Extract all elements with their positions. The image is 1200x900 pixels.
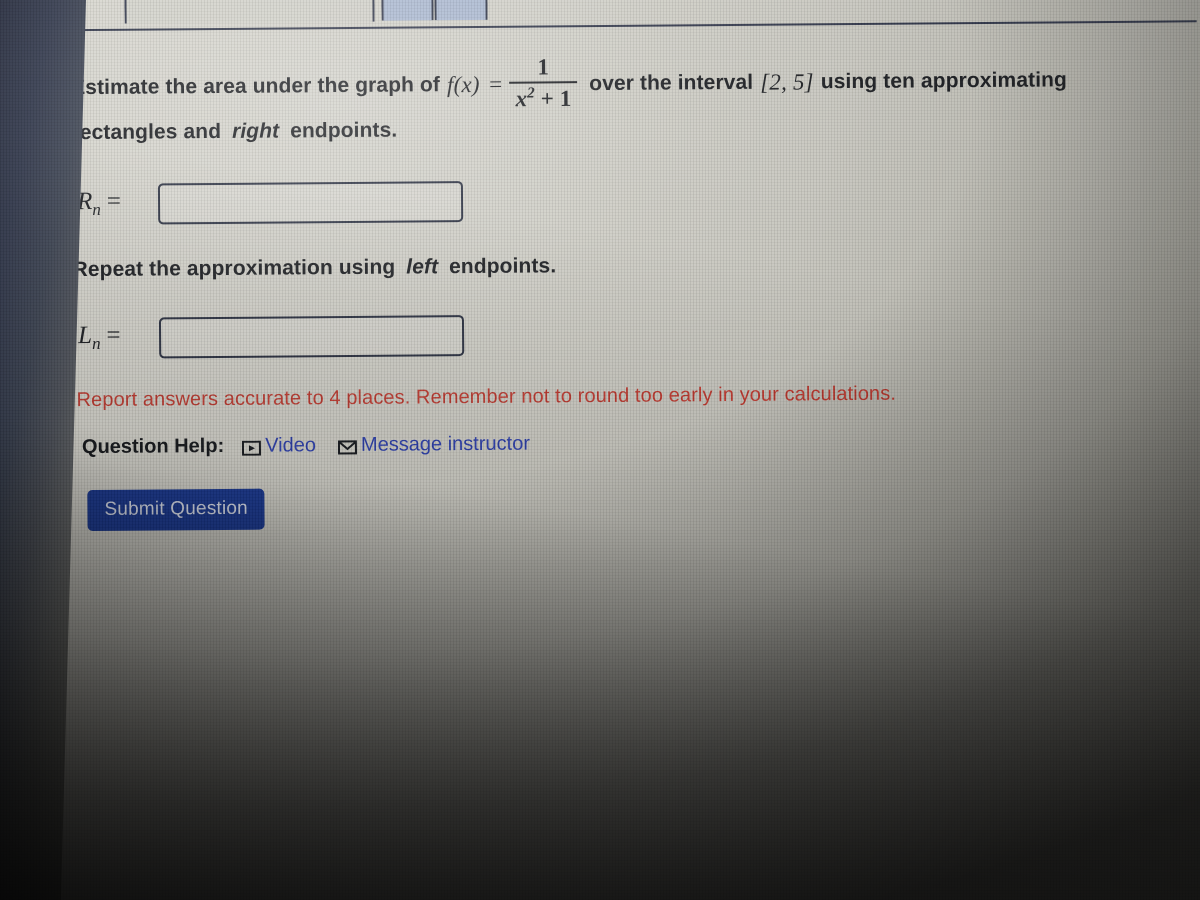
message-link-label: Message instructor [360, 432, 531, 456]
chrome-button-b[interactable] [434, 0, 488, 21]
question-body: Estimate the area under the graph of f(x… [71, 54, 1165, 532]
line2-post-text: endpoints. [290, 118, 398, 143]
question-help-row: Question Help: Video Message instructor [82, 424, 1164, 462]
submit-question-button[interactable]: Submit Question [87, 488, 266, 532]
interval-notation: [2, 5] [760, 69, 814, 95]
answer-row-ln: Ln = [73, 307, 1163, 362]
equals-sign: = [487, 71, 504, 97]
screen-photo: Estimate the area under the graph of f(x… [0, 0, 1200, 900]
fraction-denominator: x2 + 1 [515, 84, 572, 112]
statement-text-part-1: Estimate the area under the graph of [71, 73, 441, 100]
envelope-icon [337, 437, 358, 455]
video-help-link[interactable]: Video [242, 434, 316, 458]
page-content: Estimate the area under the graph of f(x… [0, 0, 1200, 900]
line2-emphasis: right [231, 119, 280, 143]
fraction-numerator: 1 [537, 54, 550, 80]
video-link-label: Video [265, 433, 317, 457]
statement-text-part-2: over the interval [589, 70, 754, 96]
function-notation: f(x) [446, 71, 480, 98]
play-in-box-icon [242, 438, 262, 456]
accuracy-note: Report answers accurate to 4 places. Rem… [76, 382, 897, 412]
chrome-button-a[interactable] [381, 0, 434, 21]
ln-input[interactable] [158, 314, 465, 358]
repeat-post-text: endpoints. [448, 254, 557, 279]
line2-pre-text: rectangles and [71, 119, 222, 145]
message-instructor-link[interactable]: Message instructor [337, 432, 531, 457]
browser-tab[interactable] [124, 0, 375, 24]
question-help-label: Question Help: [81, 434, 225, 458]
question-statement-line-1: Estimate the area under the graph of f(x… [71, 54, 1161, 112]
repeat-pre-text: Repeat the approximation using [72, 255, 396, 282]
question-statement-line-2: rectangles and right endpoints. [71, 104, 1161, 155]
rn-input[interactable] [157, 180, 464, 224]
fraction-expression: 1 x2 + 1 [509, 54, 578, 112]
statement-text-part-3: using ten approximating [820, 68, 1068, 94]
repeat-instruction: Repeat the approximation using left endp… [72, 241, 1162, 292]
repeat-emphasis: left [406, 255, 439, 279]
answer-row-rn: Rn = [72, 173, 1162, 228]
ln-label: Ln = [77, 321, 121, 353]
rn-label: Rn = [76, 187, 122, 219]
